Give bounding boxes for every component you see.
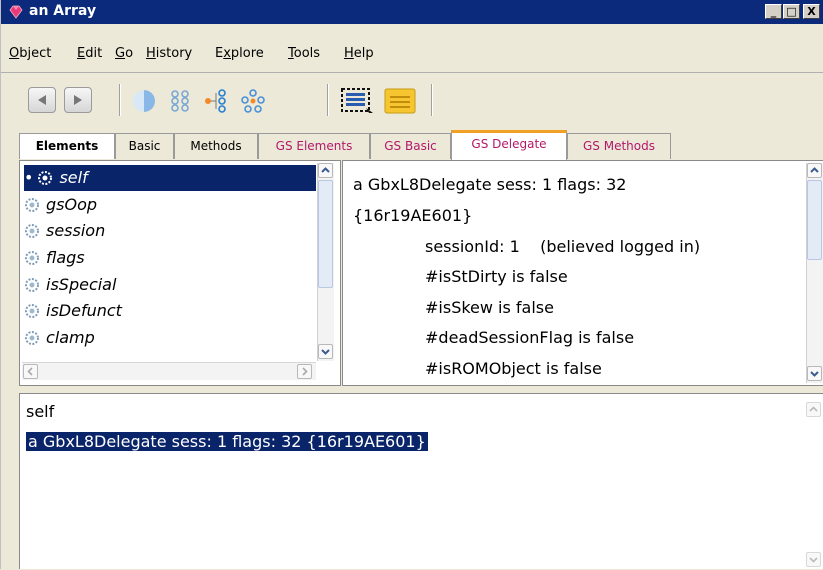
menu-history[interactable]: History [146,46,192,61]
window-title: an Array [29,3,97,19]
scroll-right-button[interactable] [297,364,312,379]
toolbar-separator [327,84,329,116]
workspace-selection[interactable]: a GbxL8Delegate sess: 1 flags: 32 {16r19… [26,432,428,451]
inspector-line: #isSkew is false [425,298,554,317]
inspector-line: sessionId: 1 (believed logged in) [425,237,701,256]
hierarchy-icon[interactable] [167,88,193,114]
inspector-vertical-scrollbar[interactable] [806,163,823,383]
menu-help[interactable]: Help [344,46,374,61]
back-arrow-icon [38,95,46,105]
close-button[interactable]: X [803,4,820,19]
list-item[interactable]: clamp [24,325,95,351]
menu-bar: Object Edit Go History Explore Tools Hel… [1,42,823,64]
toolbar-separator [431,84,433,116]
list-item[interactable]: isDefunct [24,298,122,324]
maximize-button[interactable]: □ [783,4,800,19]
scroll-down-button[interactable] [807,366,822,381]
inspector-line: a GbxL8Delegate sess: 1 flags: 32 [353,175,627,194]
title-bar[interactable]: an Array _ □ X [1,0,823,24]
scroll-down-button[interactable] [318,344,333,359]
elements-list-pane: • self gsOop session flags isSpecial isDe… [19,160,341,386]
network-icon[interactable] [239,88,267,114]
menu-object[interactable]: Object [9,46,51,61]
chevron-up-icon [810,167,819,173]
tab-gs-elements[interactable]: GS Elements [258,133,370,159]
scroll-up-button[interactable] [806,402,821,417]
chevron-down-icon [810,371,819,377]
gear-icon [25,331,39,345]
list-item[interactable]: gsOop [24,192,97,218]
gear-icon [25,224,39,238]
tab-gs-basic[interactable]: GS Basic [370,133,451,159]
chevron-right-icon [302,367,308,376]
scroll-up-button[interactable] [807,163,822,178]
scroll-up-button[interactable] [318,163,333,178]
notepad-icon[interactable] [383,86,417,116]
scroll-thumb[interactable] [318,180,333,288]
workspace-pane[interactable]: self a GbxL8Delegate sess: 1 flags: 32 {… [19,393,823,569]
tab-methods[interactable]: Methods [174,133,258,159]
scroll-down-button[interactable] [806,552,821,567]
chevron-up-icon [809,406,818,412]
forward-arrow-icon [74,95,82,105]
inspector-line: #isROMObject is false [425,359,602,378]
workspace-vertical-scrollbar[interactable] [806,396,823,568]
chevron-up-icon [321,167,330,173]
gear-icon [25,198,39,212]
gear-icon [25,278,39,292]
gear-icon [25,251,39,265]
inspector-line: {16r19AE601} [353,206,473,225]
menu-tools[interactable]: Tools [288,46,320,61]
inspector-window: an Array _ □ X Object Edit Go History Ex… [0,0,823,569]
inspector-pane[interactable]: a GbxL8Delegate sess: 1 flags: 32 {16r19… [342,160,823,386]
inspector-line: #deadSessionFlag is false [425,328,635,347]
diamond-icon [9,5,23,19]
tab-basic[interactable]: Basic [115,133,174,159]
minimize-button[interactable]: _ [765,4,782,19]
list-item[interactable]: isSpecial [24,272,116,298]
select-list-icon[interactable] [340,86,374,116]
list-item[interactable]: • self [24,165,316,191]
scroll-left-button[interactable] [23,364,38,379]
list-horizontal-scrollbar[interactable] [22,362,316,380]
toolbar-separator [119,84,121,116]
menu-divider [1,72,823,73]
list-item[interactable]: session [24,218,105,244]
back-button[interactable] [28,87,56,113]
gear-icon [25,304,39,318]
gear-icon [38,171,53,185]
chevron-down-icon [321,349,330,355]
half-circle-icon[interactable] [131,88,157,114]
forward-button[interactable] [64,87,92,113]
scroll-thumb[interactable] [807,180,822,260]
workspace-line: self [26,402,55,421]
chevron-down-icon [809,557,818,563]
tab-gs-methods[interactable]: GS Methods [567,133,671,159]
list-item[interactable]: flags [24,245,85,271]
chevron-left-icon [27,367,33,376]
menu-go[interactable]: Go [115,46,133,61]
menu-edit[interactable]: Edit [77,46,102,61]
tab-elements[interactable]: Elements [19,133,115,159]
menu-explore[interactable]: Explore [215,46,264,61]
tab-gs-delegate[interactable]: GS Delegate [451,130,567,160]
inspector-line: #isStDirty is false [425,267,568,286]
list-vertical-scrollbar[interactable] [317,163,334,361]
graph-icon[interactable] [202,88,230,114]
